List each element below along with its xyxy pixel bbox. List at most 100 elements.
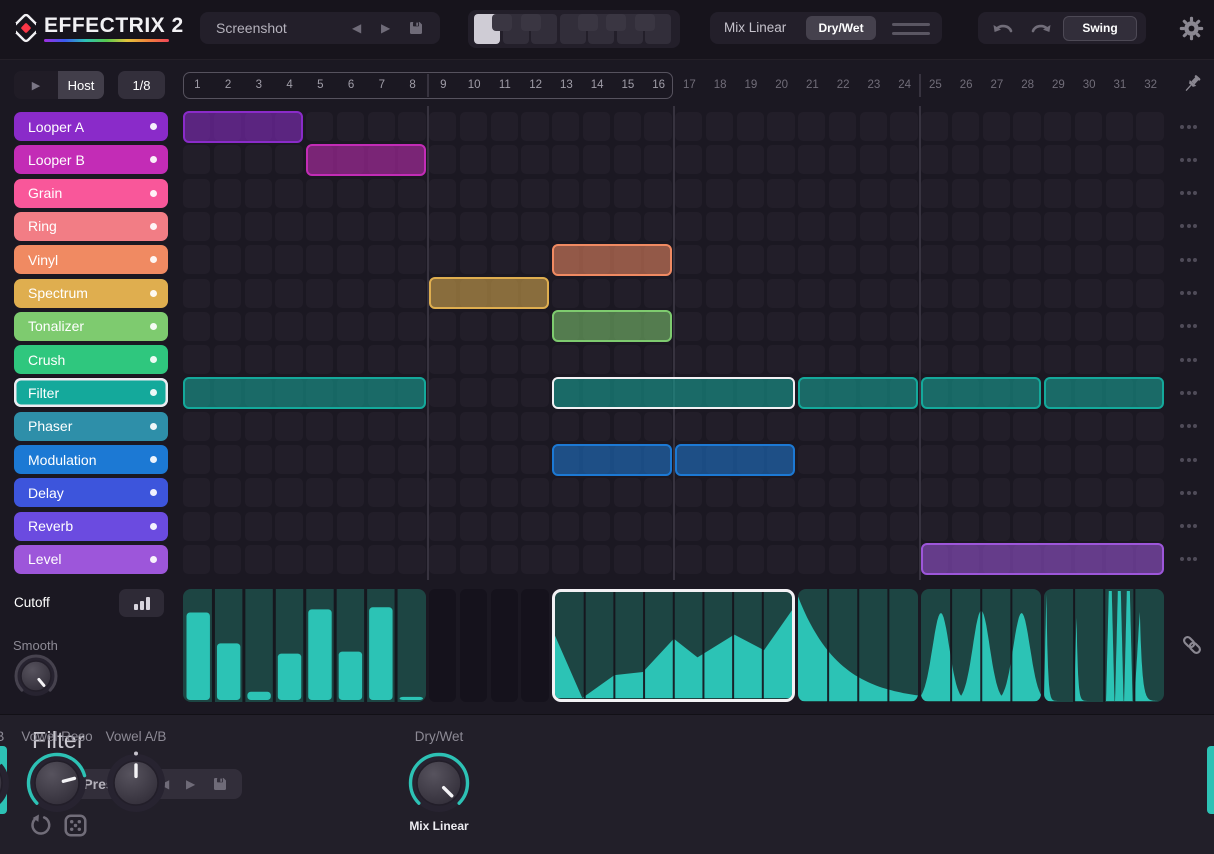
grid-cell[interactable] [613,278,641,308]
grid-cell[interactable] [336,544,364,574]
grid-cell[interactable] [1013,311,1041,341]
grid-cell[interactable] [490,178,518,208]
grid-cell[interactable] [336,445,364,474]
grid-cell[interactable] [890,178,918,208]
grid-cell[interactable] [398,544,426,574]
grid-cell[interactable] [644,511,672,541]
grid-cell[interactable] [982,112,1010,141]
grid-cell[interactable] [244,544,272,574]
grid-block[interactable] [551,310,672,343]
effect-pill-looper-a[interactable]: Looper A [14,112,168,141]
grid-cell[interactable] [828,411,856,441]
grid-cell[interactable] [1074,345,1102,375]
grid-cell[interactable] [705,112,733,141]
grid-cell[interactable] [521,145,549,175]
grid-cell[interactable] [429,211,457,241]
grid-cell[interactable] [429,311,457,341]
grid-cell[interactable] [306,211,334,241]
grid-cell[interactable] [306,411,334,441]
grid-cell[interactable] [828,112,856,141]
grid-cell[interactable] [890,511,918,541]
step-number[interactable]: 24 [890,79,920,91]
grid-cell[interactable] [828,245,856,275]
grid-cell[interactable] [859,511,887,541]
grid-cell[interactable] [890,145,918,175]
grid-cell[interactable] [429,411,457,441]
grid-cell[interactable] [767,245,795,275]
grid-cell[interactable] [429,245,457,275]
grid-cell[interactable] [859,445,887,474]
grid-cell[interactable] [705,178,733,208]
grid-cell[interactable] [1074,211,1102,241]
automation-empty-cell[interactable] [429,589,457,702]
step-number[interactable]: 19 [736,79,766,91]
grid-cell[interactable] [859,278,887,308]
grid-cell[interactable] [736,245,764,275]
effect-enable-dot[interactable] [150,189,157,197]
grid-cell[interactable] [675,245,703,275]
step-number[interactable]: 21 [797,79,827,91]
grid-cell[interactable] [336,311,364,341]
grid-cell[interactable] [921,112,949,141]
grid-cell[interactable] [1013,411,1041,441]
grid-cell[interactable] [951,278,979,308]
grid-cell[interactable] [582,411,610,441]
step-number[interactable]: 26 [951,79,981,91]
step-number[interactable]: 10 [459,79,489,91]
grid-cell[interactable] [1105,511,1133,541]
grid-cell[interactable] [1074,511,1102,541]
grid-cell[interactable] [336,211,364,241]
grid-cell[interactable] [675,544,703,574]
grid-cell[interactable] [1074,478,1102,508]
grid-cell[interactable] [798,544,826,574]
grid-cell[interactable] [490,411,518,441]
grid-block[interactable] [920,543,1164,576]
grid-cell[interactable] [398,411,426,441]
grid-cell[interactable] [521,544,549,574]
grid-cell[interactable] [736,145,764,175]
pattern-key-upper-1[interactable] [492,14,512,31]
grid-cell[interactable] [1013,445,1041,474]
step-number[interactable]: 6 [336,79,366,91]
grid-cell[interactable] [705,345,733,375]
grid-cell[interactable] [705,278,733,308]
grid-cell[interactable] [429,378,457,408]
grid-cell[interactable] [890,112,918,141]
grid-cell[interactable] [459,478,487,508]
grid-cell[interactable] [459,245,487,275]
grid-cell[interactable] [921,245,949,275]
grid-cell[interactable] [767,411,795,441]
grid-cell[interactable] [736,112,764,141]
undo-icon[interactable] [990,19,1016,37]
grid-cell[interactable] [613,511,641,541]
grid-cell[interactable] [828,178,856,208]
grid-cell[interactable] [705,544,733,574]
knob-dry-wet[interactable]: Dry/Wet [391,729,487,824]
grid-cell[interactable] [767,311,795,341]
step-number[interactable]: 30 [1074,79,1104,91]
grid-cell[interactable] [1074,445,1102,474]
grid-cell[interactable] [613,178,641,208]
grid-cell[interactable] [490,245,518,275]
step-number[interactable]: 28 [1013,79,1043,91]
grid-cell[interactable] [982,278,1010,308]
grid-cell[interactable] [951,178,979,208]
grid-cell[interactable] [798,211,826,241]
grid-cell[interactable] [675,145,703,175]
grid-block[interactable] [305,143,426,176]
grid-cell[interactable] [429,544,457,574]
grid-cell[interactable] [675,211,703,241]
grid-block[interactable] [674,443,795,476]
row-menu-button[interactable] [1180,490,1197,495]
effect-enable-dot[interactable] [150,389,157,397]
effect-pill-reverb[interactable]: Reverb [14,511,168,541]
grid-cell[interactable] [1105,145,1133,175]
grid-cell[interactable] [429,145,457,175]
grid-cell[interactable] [490,145,518,175]
step-number[interactable]: 22 [828,79,858,91]
step-number[interactable]: 1 [182,79,212,91]
grid-cell[interactable] [275,311,303,341]
grid-cell[interactable] [336,511,364,541]
grid-cell[interactable] [552,478,580,508]
step-number[interactable]: 9 [428,79,458,91]
